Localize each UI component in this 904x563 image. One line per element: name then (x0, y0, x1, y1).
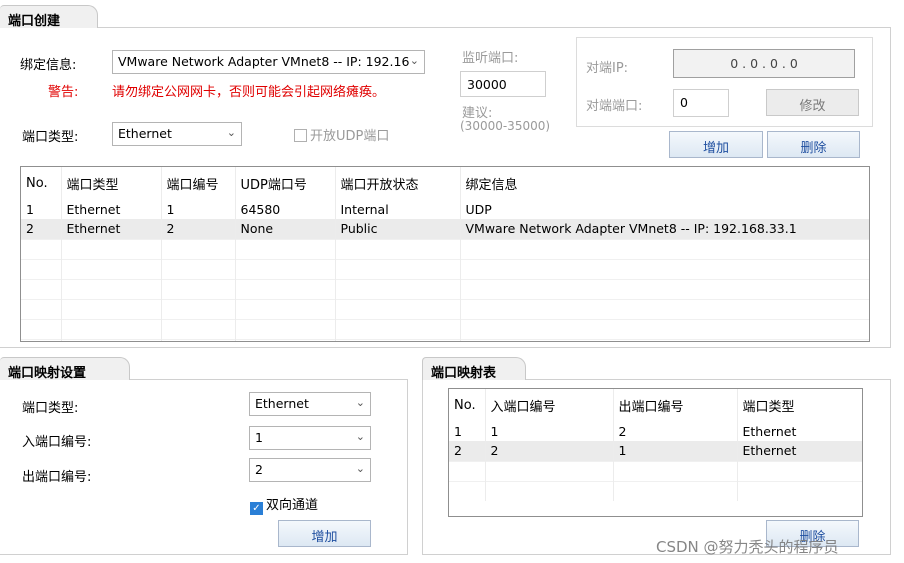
table-row[interactable]: 2 Ethernet 2 None Public VMware Network … (21, 219, 869, 239)
bind-info-value: VMware Network Adapter VMnet8 -- IP: 192… (118, 54, 410, 69)
port-create-tab: 端口创建 (0, 5, 98, 29)
column-header[interactable]: 端口编号 (161, 167, 236, 199)
warning-text: 请勿绑定公网网卡，否则可能会引起网络瘫痪。 (112, 85, 386, 100)
column-header[interactable]: 端口类型 (737, 389, 862, 421)
empty-row (21, 338, 869, 341)
chevron-down-icon: ⌄ (355, 462, 365, 475)
bind-info-select[interactable]: VMware Network Adapter VMnet8 -- IP: 192… (112, 50, 425, 74)
modify-button[interactable]: 修改 (766, 89, 859, 116)
table-cell: 64580 (235, 199, 336, 219)
column-header[interactable]: No. (21, 167, 62, 199)
table-cell: 1 (449, 421, 486, 441)
in-port-label: 入端口编号: (22, 435, 92, 450)
table-cell: VMware Network Adapter VMnet8 -- IP: 192… (460, 219, 869, 239)
table-cell: Ethernet (737, 421, 862, 441)
table-cell: 1 (161, 199, 236, 219)
table-header: No. 端口类型 端口编号 UDP端口号 端口开放状态 绑定信息 (21, 167, 869, 199)
table-cell: Public (335, 219, 461, 239)
table-cell: 2 (21, 219, 62, 239)
udp-checkbox[interactable]: 开放UDP端口 (294, 125, 389, 144)
table-cell: 2 (161, 219, 236, 239)
table-header: No. 入端口编号 出端口编号 端口类型 (449, 389, 862, 421)
empty-row (21, 258, 869, 279)
suggest-range: (30000-35000) (460, 119, 551, 133)
column-header[interactable]: 端口类型 (61, 167, 162, 199)
checkbox-icon (294, 129, 307, 142)
port-type-value: Ethernet (118, 126, 172, 141)
port-table: No. 端口类型 端口编号 UDP端口号 端口开放状态 绑定信息 1 Ether… (20, 166, 870, 342)
table-row[interactable]: 1 1 2 Ethernet (449, 421, 862, 441)
in-port-select[interactable]: 1 ⌄ (249, 426, 371, 450)
empty-row (449, 460, 862, 481)
chevron-down-icon: ⌄ (355, 430, 365, 443)
column-header[interactable]: 出端口编号 (613, 389, 738, 421)
column-header[interactable]: UDP端口号 (235, 167, 336, 199)
watermark: CSDN @努力秃头的程序员 (656, 538, 839, 556)
bidirectional-label: 双向通道 (266, 498, 319, 513)
table-cell: 2 (449, 441, 486, 461)
table-cell: Ethernet (61, 219, 162, 239)
empty-row (21, 298, 869, 319)
table-row[interactable]: 2 2 1 Ethernet (449, 441, 862, 461)
peer-port-label: 对端端口: (586, 99, 643, 114)
bidirectional-checkbox[interactable]: ✓ 双向通道 (250, 494, 318, 515)
table-cell: 1 (613, 441, 738, 461)
mapping-table-tab: 端口映射表 (422, 357, 526, 381)
column-header[interactable]: 端口开放状态 (335, 167, 461, 199)
warning-label: 警告: (48, 85, 79, 100)
mapping-type-value: Ethernet (255, 396, 309, 411)
mapping-settings-tab: 端口映射设置 (0, 357, 130, 381)
table-cell: 1 (485, 421, 614, 441)
add-port-button[interactable]: 增加 (669, 131, 763, 158)
out-port-label: 出端口编号: (22, 470, 92, 485)
table-cell: Ethernet (737, 441, 862, 461)
column-header[interactable]: No. (449, 389, 486, 421)
add-mapping-button[interactable]: 增加 (278, 520, 371, 547)
table-cell: 1 (21, 199, 62, 219)
listen-port-input[interactable]: 30000 (460, 71, 546, 97)
out-port-select[interactable]: 2 ⌄ (249, 458, 371, 482)
table-row[interactable]: 1 Ethernet 1 64580 Internal UDP (21, 199, 869, 219)
mapping-table: No. 入端口编号 出端口编号 端口类型 1 1 2 Ethernet 2 2 … (448, 388, 863, 517)
peer-ip-input[interactable]: 0 . 0 . 0 . 0 (673, 49, 855, 78)
column-header[interactable]: 绑定信息 (460, 167, 869, 199)
port-type-select[interactable]: Ethernet ⌄ (112, 122, 242, 146)
mapping-type-label: 端口类型: (22, 401, 79, 416)
mapping-type-select[interactable]: Ethernet ⌄ (249, 392, 371, 416)
peer-port-input[interactable]: 0 (673, 89, 729, 117)
out-port-value: 2 (255, 462, 263, 477)
chevron-down-icon: ⌄ (355, 396, 365, 409)
check-icon: ✓ (250, 502, 263, 515)
table-cell: None (235, 219, 336, 239)
empty-row (21, 318, 869, 339)
chevron-down-icon: ⌄ (226, 126, 236, 139)
delete-port-button[interactable]: 删除 (767, 131, 860, 158)
listen-port-label: 监听端口: (462, 51, 519, 66)
table-cell: Internal (335, 199, 461, 219)
empty-row (21, 238, 869, 259)
peer-ip-label: 对端IP: (586, 61, 629, 76)
table-cell: 2 (613, 421, 738, 441)
table-cell: Ethernet (61, 199, 162, 219)
empty-row (449, 480, 862, 501)
in-port-value: 1 (255, 430, 263, 445)
column-header[interactable]: 入端口编号 (485, 389, 614, 421)
udp-checkbox-label: 开放UDP端口 (310, 129, 390, 144)
port-type-label: 端口类型: (22, 130, 79, 145)
empty-row (21, 278, 869, 299)
bind-info-label: 绑定信息: (20, 58, 77, 73)
table-cell: 2 (485, 441, 614, 461)
table-cell: UDP (460, 199, 869, 219)
chevron-down-icon: ⌄ (409, 54, 419, 67)
